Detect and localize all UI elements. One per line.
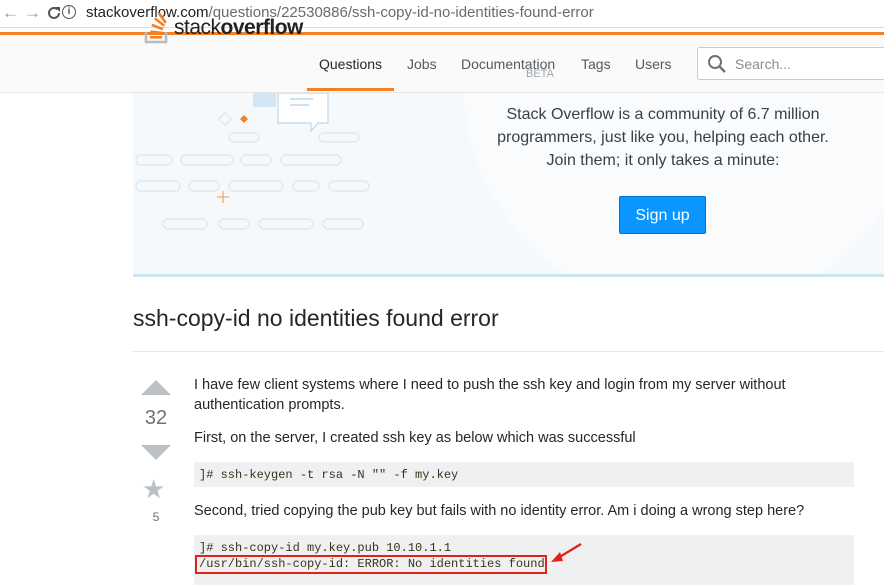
banner-border bbox=[133, 274, 884, 277]
signup-button[interactable]: Sign up bbox=[619, 196, 706, 234]
arrow-left-icon[interactable]: ← bbox=[2, 2, 19, 24]
code-block-1: ]# ssh-keygen -t rsa -N "" -f my.key bbox=[194, 462, 854, 487]
search-input[interactable]: Search... bbox=[697, 47, 884, 80]
active-nav-indicator bbox=[307, 88, 394, 91]
code-line: ]# ssh-copy-id my.key.pub 10.10.1.1 bbox=[199, 541, 452, 555]
beta-badge: BETA bbox=[526, 68, 554, 80]
error-highlight-box bbox=[195, 555, 547, 574]
favorite-star-icon[interactable]: ★ bbox=[142, 475, 165, 503]
logo-wordmark: stackoverflow bbox=[174, 16, 303, 39]
stack-logo-icon bbox=[144, 12, 168, 44]
paragraph-3: Second, tried copying the pub key but fa… bbox=[194, 503, 805, 519]
paragraph-1: I have few client systems where I need t… bbox=[194, 377, 786, 413]
title-divider bbox=[133, 351, 884, 352]
info-icon[interactable]: i bbox=[62, 5, 76, 19]
banner-text: Stack Overflow is a community of 6.7 mil… bbox=[473, 103, 853, 172]
nav-users[interactable]: Users bbox=[635, 56, 672, 72]
banner-line-1: Stack Overflow is a community of 6.7 mil… bbox=[506, 106, 820, 123]
search-icon bbox=[708, 55, 726, 73]
vote-count: 32 bbox=[144, 407, 168, 429]
nav-tags[interactable]: Tags bbox=[581, 56, 611, 72]
upvote-icon[interactable] bbox=[141, 380, 171, 395]
banner-illustration bbox=[135, 93, 370, 230]
arrow-right-icon[interactable]: → bbox=[24, 2, 41, 24]
annotation-arrow-icon bbox=[551, 543, 582, 562]
nav-questions[interactable]: Questions bbox=[319, 56, 382, 72]
signup-banner: Stack Overflow is a community of 6.7 mil… bbox=[133, 93, 884, 275]
paragraph-2: First, on the server, I created ssh key … bbox=[194, 430, 636, 446]
banner-line-2: programmers, just like you, helping each… bbox=[497, 129, 829, 146]
question-title[interactable]: ssh-copy-id no identities found error bbox=[133, 305, 499, 332]
nav-jobs[interactable]: Jobs bbox=[407, 56, 437, 72]
site-logo[interactable]: stackoverflow bbox=[144, 12, 303, 44]
favorite-count: 5 bbox=[152, 510, 160, 524]
reload-icon[interactable] bbox=[46, 2, 62, 27]
banner-line-3: Join them; it only takes a minute: bbox=[546, 152, 780, 169]
downvote-icon[interactable] bbox=[141, 445, 171, 460]
code-line: ]# ssh-keygen -t rsa -N "" -f my.key bbox=[199, 468, 459, 482]
search-placeholder: Search... bbox=[735, 56, 792, 72]
browser-address-bar: ← → i stackoverflow.com/questions/225308… bbox=[0, 0, 884, 28]
